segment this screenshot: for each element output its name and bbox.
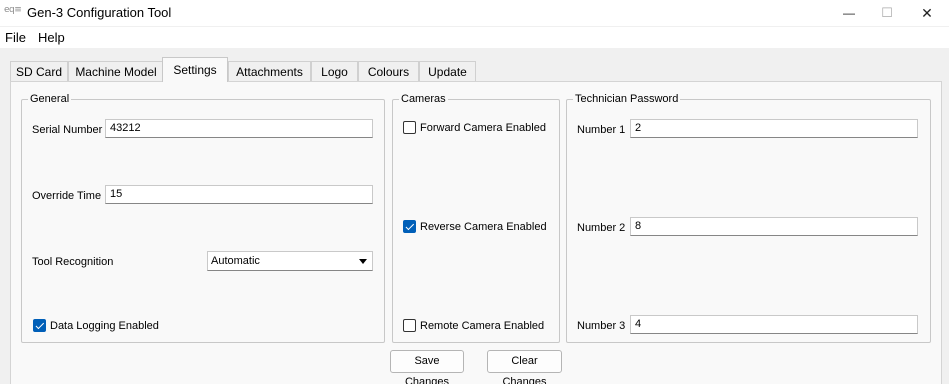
minimize-icon: — — [843, 6, 855, 20]
number3-label: Number 3 — [577, 320, 626, 332]
menu-bar: File Help — [0, 27, 949, 48]
reverse-camera-checkbox[interactable] — [403, 220, 416, 233]
tool-recognition-value: Automatic — [211, 255, 260, 267]
settings-panel: General Serial Number 43212 Override Tim… — [10, 81, 942, 384]
override-time-input[interactable]: 15 — [105, 185, 373, 204]
general-group: General Serial Number 43212 Override Tim… — [21, 92, 385, 343]
maximize-icon: ☐ — [881, 5, 893, 20]
app-icon: eq≡ — [4, 5, 22, 15]
tab-bar: SD Card Machine Model Settings Attachmen… — [0, 48, 949, 82]
number2-label: Number 2 — [577, 222, 626, 234]
tab-attachments[interactable]: Attachments — [228, 61, 311, 81]
number1-label: Number 1 — [577, 124, 626, 136]
data-logging-checkbox[interactable] — [33, 319, 46, 332]
close-button[interactable]: ✕ — [904, 0, 949, 26]
cameras-group-title: Cameras — [399, 92, 448, 106]
tab-sd-card[interactable]: SD Card — [10, 61, 68, 81]
technician-password-group: Technician Password Number 1 2 Number 2 … — [566, 92, 931, 343]
tab-colours[interactable]: Colours — [358, 61, 419, 81]
remote-camera-checkbox[interactable] — [403, 319, 416, 332]
tool-recognition-select[interactable]: Automatic — [207, 251, 373, 271]
clear-changes-button[interactable]: Clear Changes — [487, 350, 562, 384]
serial-number-label: Serial Number — [32, 124, 103, 136]
number1-input[interactable]: 2 — [630, 119, 918, 138]
number2-input[interactable]: 8 — [630, 217, 918, 236]
override-time-label: Override Time — [32, 190, 102, 202]
tool-recognition-label: Tool Recognition — [32, 256, 114, 268]
tab-settings[interactable]: Settings — [162, 57, 228, 82]
menu-help[interactable]: Help — [38, 30, 65, 45]
forward-camera-label[interactable]: Forward Camera Enabled — [420, 121, 546, 135]
title-bar: eq≡ Gen-3 Configuration Tool — ☐ ✕ — [0, 0, 949, 26]
number3-input[interactable]: 4 — [630, 315, 918, 334]
reverse-camera-label[interactable]: Reverse Camera Enabled — [420, 220, 547, 234]
forward-camera-checkbox[interactable] — [403, 121, 416, 134]
data-logging-label[interactable]: Data Logging Enabled — [50, 319, 159, 333]
remote-camera-label[interactable]: Remote Camera Enabled — [420, 319, 544, 333]
close-icon: ✕ — [921, 4, 933, 21]
chevron-down-icon — [359, 259, 367, 264]
tab-update[interactable]: Update — [419, 61, 476, 81]
menu-file[interactable]: File — [5, 30, 26, 45]
general-group-title: General — [28, 92, 72, 106]
cameras-group: Cameras Forward Camera Enabled Reverse C… — [392, 92, 560, 343]
tab-logo[interactable]: Logo — [311, 61, 358, 81]
serial-number-input[interactable]: 43212 — [105, 119, 373, 138]
window-title: Gen-3 Configuration Tool — [27, 5, 172, 20]
tab-machine-model[interactable]: Machine Model — [68, 61, 164, 81]
technician-password-title: Technician Password — [573, 92, 681, 106]
save-changes-button[interactable]: Save Changes — [390, 350, 464, 384]
